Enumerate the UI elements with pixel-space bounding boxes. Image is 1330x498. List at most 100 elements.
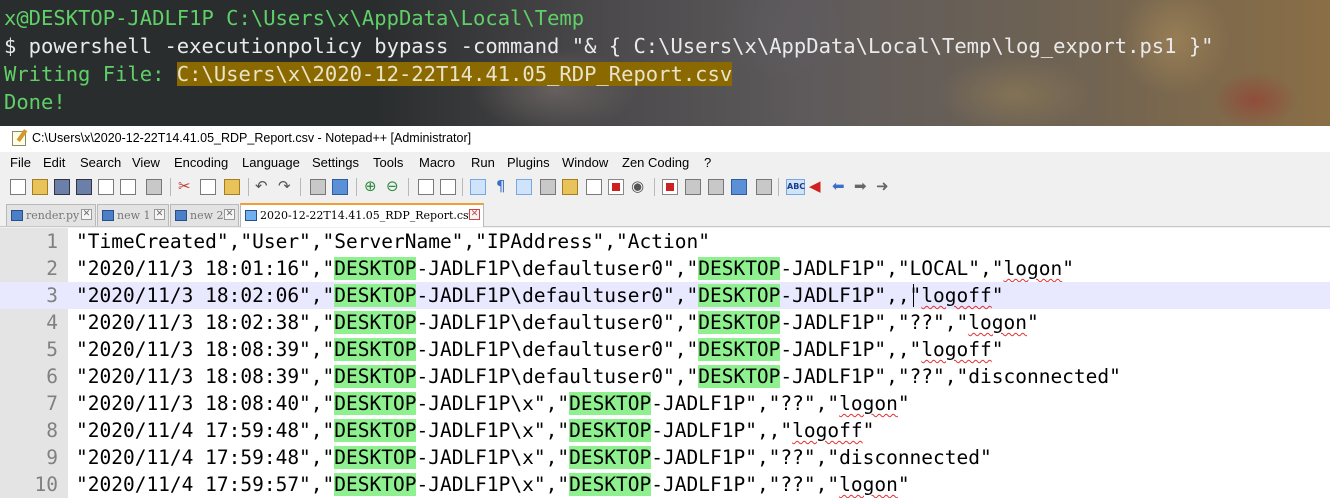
show-all-characters-icon[interactable]: ¶ (496, 177, 506, 195)
zoom-in-icon[interactable]: ⊕ (364, 177, 377, 195)
line-text-segment: "2020/11/3 18:08:39"," (76, 365, 335, 388)
line-text-segment: -JADLF1P","??"," (651, 392, 840, 415)
menu-view[interactable]: View (132, 155, 160, 170)
menu-encoding[interactable]: Encoding (174, 155, 228, 170)
word-wrap-icon[interactable] (470, 179, 486, 195)
line-text: "2020/11/4 17:59:48","DESKTOP-JADLF1P\x"… (76, 444, 992, 471)
menu-macro[interactable]: Macro (419, 155, 455, 170)
highlighted-match: DESKTOP (334, 284, 417, 307)
title-bar[interactable]: C:\Users\x\2020-12-22T14.41.05_RDP_Repor… (0, 126, 1330, 152)
line-text: "2020/11/3 18:08:40","DESKTOP-JADLF1P\x"… (76, 390, 910, 417)
sync-horizontal-icon[interactable] (440, 179, 456, 195)
close-all-icon[interactable] (120, 179, 136, 195)
paste-icon[interactable] (224, 179, 240, 195)
undo-icon[interactable]: ↶ (255, 177, 268, 195)
tab-label: render.py (26, 209, 80, 222)
menu-run[interactable]: Run (471, 155, 495, 170)
tab-render-py[interactable]: render.py ✕ (6, 204, 96, 226)
record-macro-icon[interactable] (662, 179, 678, 195)
editor-line[interactable]: 6 "2020/11/3 18:08:39","DESKTOP-JADLF1P\d… (0, 363, 1330, 390)
editor-line[interactable]: 1 "TimeCreated","User","ServerName","IPAd… (0, 228, 1330, 255)
spelling-flagged-word: logoff (792, 419, 863, 442)
arrow-right-small-icon[interactable]: ➜ (876, 177, 889, 195)
save-all-icon[interactable] (76, 179, 92, 195)
line-number: 3 (46, 284, 58, 307)
indent-guide-icon[interactable] (516, 179, 532, 195)
line-text-segment: -JADLF1P","??"," (780, 311, 969, 334)
document-map-icon[interactable] (562, 179, 578, 195)
document-tab-bar: render.py ✕ new 1 ✕ new 2 ✕ 2020-12-22T1… (0, 202, 1330, 227)
print-icon[interactable] (146, 179, 162, 195)
tab-new-2[interactable]: new 2 ✕ (170, 204, 239, 226)
editor-area[interactable]: 1 "TimeCreated","User","ServerName","IPAd… (0, 228, 1330, 498)
monitoring-icon[interactable]: ◉ (631, 177, 644, 195)
close-file-icon[interactable] (98, 179, 114, 195)
tab-new-1[interactable]: new 1 ✕ (97, 204, 169, 226)
editor-line[interactable]: 3 "2020/11/3 18:02:06","DESKTOP-JADLF1P\d… (0, 282, 1330, 309)
spelling-flagged-word: logoff (921, 284, 992, 307)
line-text-segment: " (1026, 311, 1039, 334)
line-number: 5 (46, 338, 58, 361)
menu-language[interactable]: Language (242, 155, 300, 170)
tab-label: new 2 (190, 209, 224, 222)
editor-line[interactable]: 9 "2020/11/4 17:59:48","DESKTOP-JADLF1P\x… (0, 444, 1330, 471)
zoom-out-icon[interactable]: ⊖ (386, 177, 399, 195)
arrow-left-icon[interactable]: ⬅ (832, 177, 845, 195)
menu-search[interactable]: Search (80, 155, 121, 170)
spell-check-icon[interactable]: ABC (786, 179, 805, 195)
cut-icon[interactable]: ✂ (178, 177, 191, 195)
line-text-segment: -JADLF1P","??","disconnected" (651, 446, 992, 469)
line-text-segment: -JADLF1P","LOCAL"," (780, 257, 1004, 280)
menu-help[interactable]: ? (704, 155, 711, 170)
spell-check-previous-icon[interactable]: ◀ (809, 177, 821, 195)
editor-line[interactable]: 4 "2020/11/3 18:02:38","DESKTOP-JADLF1P\d… (0, 309, 1330, 336)
save-icon[interactable] (54, 179, 70, 195)
close-tab-icon[interactable]: ✕ (154, 209, 165, 220)
menu-bar: File Edit Search View Encoding Language … (0, 152, 1330, 174)
terminal-window[interactable]: x@DESKTOP-JADLF1P C:\Users\x\AppData\Loc… (0, 0, 1330, 126)
new-file-icon[interactable] (10, 179, 26, 195)
run-macro-multiple-icon[interactable] (731, 179, 747, 195)
save-macro-icon[interactable] (756, 179, 772, 195)
line-text-segment: "2020/11/3 18:08:40"," (76, 392, 335, 415)
highlighted-match: DESKTOP (334, 446, 417, 469)
notepadpp-app-icon[interactable] (12, 131, 26, 146)
arrow-right-icon[interactable]: ➡ (854, 177, 867, 195)
editor-line[interactable]: 8 "2020/11/4 17:59:48","DESKTOP-JADLF1P\x… (0, 417, 1330, 444)
stop-recording-icon[interactable] (685, 179, 701, 195)
menu-settings[interactable]: Settings (312, 155, 359, 170)
menu-window[interactable]: Window (562, 155, 608, 170)
menu-edit[interactable]: Edit (43, 155, 65, 170)
menu-file[interactable]: File (10, 155, 31, 170)
editor-line[interactable]: 2 "2020/11/3 18:01:16","DESKTOP-JADLF1P\d… (0, 255, 1330, 282)
close-tab-icon[interactable]: ✕ (224, 209, 235, 220)
tab-file-icon (175, 210, 187, 221)
line-number: 2 (46, 257, 58, 280)
editor-line[interactable]: 5 "2020/11/3 18:08:39","DESKTOP-JADLF1P\d… (0, 336, 1330, 363)
sync-vertical-icon[interactable] (418, 179, 434, 195)
open-file-icon[interactable] (32, 179, 48, 195)
close-tab-icon[interactable]: ✕ (469, 209, 480, 220)
line-text-segment: " (897, 473, 910, 496)
highlighted-match: DESKTOP (334, 311, 417, 334)
spelling-flagged-word: logon (839, 473, 898, 496)
menu-plugins[interactable]: Plugins (507, 155, 550, 170)
define-language-icon[interactable] (540, 179, 556, 195)
find-icon[interactable] (310, 179, 326, 195)
menu-tools[interactable]: Tools (373, 155, 403, 170)
copy-icon[interactable] (200, 179, 216, 195)
line-text-segment: -JADLF1P\defaultuser0"," (416, 311, 699, 334)
tab-rdp-report-csv[interactable]: 2020-12-22T14.41.05_RDP_Report.csv ✕ (240, 203, 484, 227)
line-text-segment: " (1062, 257, 1074, 280)
replace-icon[interactable] (332, 179, 348, 195)
editor-line[interactable]: 10 "2020/11/4 17:59:57","DESKTOP-JADLF1P\… (0, 471, 1330, 498)
line-text-segment: "2020/11/3 18:01:16"," (76, 257, 335, 280)
line-text-segment: -JADLF1P","??","disconnected" (780, 365, 1121, 388)
redo-icon[interactable]: ↷ (278, 177, 291, 195)
function-list-icon[interactable] (586, 179, 602, 195)
playback-macro-icon[interactable] (708, 179, 724, 195)
folder-as-workspace-icon[interactable] (608, 179, 624, 195)
editor-line[interactable]: 7 "2020/11/3 18:08:40","DESKTOP-JADLF1P\x… (0, 390, 1330, 417)
close-tab-icon[interactable]: ✕ (81, 209, 92, 220)
menu-zen-coding[interactable]: Zen Coding (622, 155, 689, 170)
